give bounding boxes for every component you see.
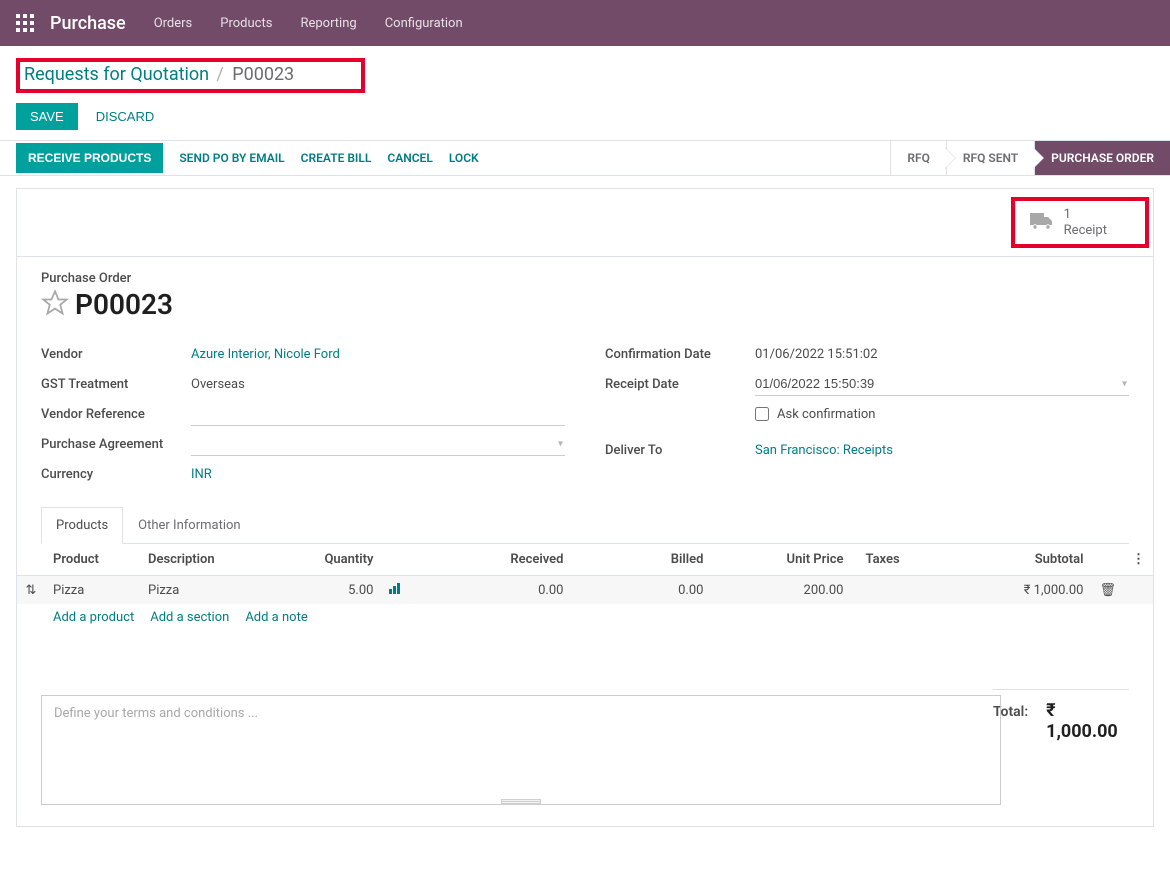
col-quantity: Quantity xyxy=(291,544,381,576)
apps-icon[interactable] xyxy=(16,14,34,32)
discard-button[interactable]: DISCARD xyxy=(88,103,163,130)
add-links-row: Add a product Add a section Add a note xyxy=(17,604,1153,631)
vendor-ref-input[interactable] xyxy=(191,402,565,426)
tabs-row: Products Other Information xyxy=(17,507,1153,544)
col-more[interactable]: ⋮ xyxy=(1124,544,1153,576)
star-icon[interactable] xyxy=(41,289,69,321)
col-chart xyxy=(381,544,411,576)
menu-reporting[interactable]: Reporting xyxy=(300,16,356,31)
breadcrumb-parent[interactable]: Requests for Quotation xyxy=(24,64,209,85)
action-row: SAVE DISCARD xyxy=(0,99,1170,140)
add-note-link[interactable]: Add a note xyxy=(245,610,307,625)
stage-rfq[interactable]: RFQ xyxy=(890,141,946,175)
statusbar-left: RECEIVE PRODUCTS SEND PO BY EMAIL CREATE… xyxy=(0,141,890,175)
drag-handle-icon[interactable]: ⇅ xyxy=(17,576,45,605)
cell-billed: 0.00 xyxy=(571,576,711,605)
purchase-agreement-input[interactable] xyxy=(191,432,565,456)
menu-configuration[interactable]: Configuration xyxy=(385,16,463,31)
tab-other-information[interactable]: Other Information xyxy=(123,507,255,544)
col-received: Received xyxy=(411,544,571,576)
total-value: ₹ 1,000.00 xyxy=(1046,700,1129,742)
purchase-agreement-label: Purchase Agreement xyxy=(41,437,191,452)
cell-taxes[interactable] xyxy=(851,576,951,605)
products-table: Product Description Quantity Received Bi… xyxy=(17,544,1153,681)
stat-area: 1 Receipt xyxy=(17,189,1153,257)
stat-count: 1 xyxy=(1064,207,1107,223)
cell-received: 0.00 xyxy=(411,576,571,605)
confirmation-date-value: 01/06/2022 15:51:02 xyxy=(755,347,1129,362)
status-stages: RFQ RFQ SENT PURCHASE ORDER xyxy=(890,141,1170,175)
create-bill-button[interactable]: CREATE BILL xyxy=(301,151,372,165)
menu-products[interactable]: Products xyxy=(220,16,272,31)
menu-orders[interactable]: Orders xyxy=(154,16,193,31)
col-description: Description xyxy=(140,544,291,576)
add-section-link[interactable]: Add a section xyxy=(150,610,229,625)
fields-right: Confirmation Date 01/06/2022 15:51:02 Re… xyxy=(605,339,1129,489)
fields-left: Vendor Azure Interior, Nicole Ford GST T… xyxy=(41,339,565,489)
stage-rfq-sent[interactable]: RFQ SENT xyxy=(946,141,1034,175)
form-sheet: 1 Receipt Purchase Order P00023 Vendor A… xyxy=(16,188,1154,827)
col-unit-price: Unit Price xyxy=(711,544,851,576)
products-table-wrap: Product Description Quantity Received Bi… xyxy=(17,544,1153,681)
stat-label: Receipt xyxy=(1064,223,1107,239)
breadcrumb-highlight: Requests for Quotation / P00023 xyxy=(16,58,365,93)
vendor-value[interactable]: Azure Interior, Nicole Ford xyxy=(191,347,565,362)
send-po-email-button[interactable]: SEND PO BY EMAIL xyxy=(179,151,284,165)
resize-grip-icon[interactable] xyxy=(501,799,541,805)
breadcrumb-current: P00023 xyxy=(232,64,294,85)
receipt-date-input[interactable] xyxy=(755,372,1129,396)
confirmation-date-label: Confirmation Date xyxy=(605,347,755,362)
po-number: P00023 xyxy=(75,288,173,321)
col-product: Product xyxy=(45,544,140,576)
vendor-ref-label: Vendor Reference xyxy=(41,407,191,422)
col-subtotal: Subtotal xyxy=(951,544,1091,576)
statusbar: RECEIVE PRODUCTS SEND PO BY EMAIL CREATE… xyxy=(0,140,1170,176)
lock-button[interactable]: LOCK xyxy=(449,151,479,165)
record-type-label: Purchase Order xyxy=(41,271,1129,286)
topbar: Purchase Orders Products Reporting Confi… xyxy=(0,0,1170,46)
fields-grid: Vendor Azure Interior, Nicole Ford GST T… xyxy=(17,331,1153,507)
cancel-button[interactable]: CANCEL xyxy=(387,151,432,165)
terms-textarea[interactable]: Define your terms and conditions ... xyxy=(41,695,1001,805)
currency-value[interactable]: INR xyxy=(191,467,565,482)
deliver-to-label: Deliver To xyxy=(605,443,755,458)
cell-description[interactable]: Pizza xyxy=(140,576,291,605)
receive-products-button[interactable]: RECEIVE PRODUCTS xyxy=(16,143,163,173)
receipt-date-label: Receipt Date xyxy=(605,377,755,392)
breadcrumb-row: Requests for Quotation / P00023 xyxy=(0,46,1170,99)
app-title[interactable]: Purchase xyxy=(50,13,126,34)
ask-confirmation-label: Ask confirmation xyxy=(777,407,876,422)
cell-quantity[interactable]: 5.00 xyxy=(291,576,381,605)
stat-button-highlight: 1 Receipt xyxy=(1011,197,1149,248)
top-menu: Orders Products Reporting Configuration xyxy=(154,16,463,31)
cell-product[interactable]: Pizza xyxy=(45,576,140,605)
col-trash xyxy=(1091,544,1124,576)
truck-icon xyxy=(1030,211,1054,235)
forecast-chart-icon[interactable] xyxy=(381,576,411,605)
receipt-stat-button[interactable]: 1 Receipt xyxy=(1015,203,1145,242)
ask-confirmation-checkbox[interactable] xyxy=(755,407,769,421)
title-block: Purchase Order P00023 xyxy=(17,257,1153,331)
cell-subtotal: ₹ 1,000.00 xyxy=(951,576,1091,605)
table-row[interactable]: ⇅ Pizza Pizza 5.00 0.00 0.00 200.00 ₹ 1,… xyxy=(17,576,1153,605)
save-button[interactable]: SAVE xyxy=(16,103,78,130)
gst-label: GST Treatment xyxy=(41,377,191,392)
add-product-link[interactable]: Add a product xyxy=(53,610,134,625)
breadcrumb-sep: / xyxy=(216,64,228,85)
cell-unit-price[interactable]: 200.00 xyxy=(711,576,851,605)
vendor-label: Vendor xyxy=(41,347,191,362)
col-handle xyxy=(17,544,45,576)
terms-placeholder: Define your terms and conditions ... xyxy=(54,706,258,721)
gst-value: Overseas xyxy=(191,377,565,392)
trash-icon[interactable]: 🗑 xyxy=(1091,576,1124,605)
col-taxes: Taxes xyxy=(851,544,951,576)
col-billed: Billed xyxy=(571,544,711,576)
deliver-to-value[interactable]: San Francisco: Receipts xyxy=(755,443,1129,458)
tab-products[interactable]: Products xyxy=(41,507,123,544)
currency-label: Currency xyxy=(41,467,191,482)
stage-purchase-order[interactable]: PURCHASE ORDER xyxy=(1034,141,1170,175)
